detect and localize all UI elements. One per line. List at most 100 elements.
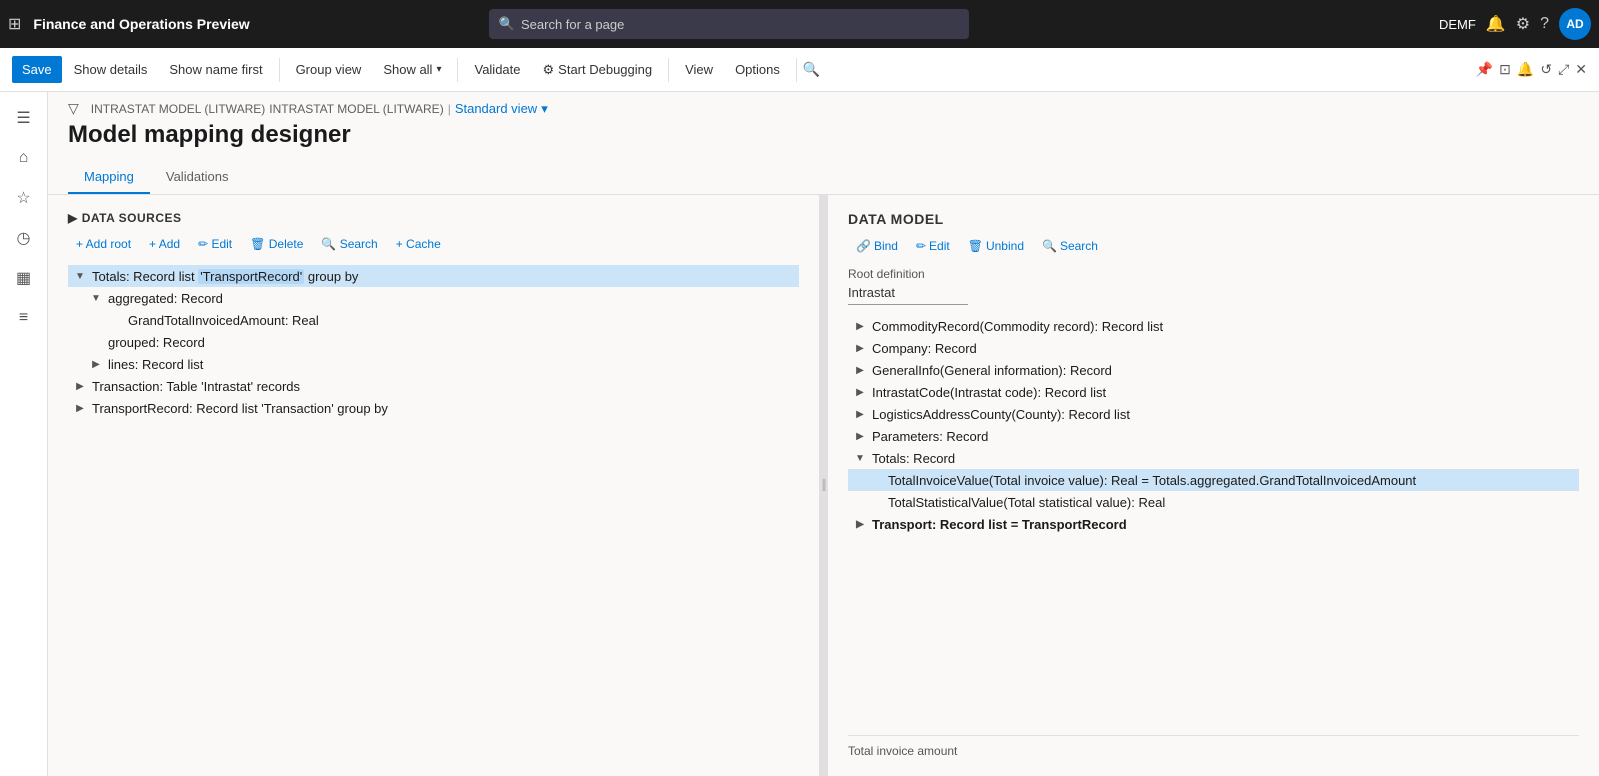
data-sources-panel: ▶ DATA SOURCES + Add root + Add ✏ Edit 🗑… <box>48 195 820 776</box>
help-icon[interactable]: ? <box>1540 15 1549 33</box>
sidebar-modules-icon[interactable]: ≡ <box>6 300 42 336</box>
expand-collapse-icon[interactable]: ▶ <box>68 211 78 225</box>
avatar[interactable]: AD <box>1559 8 1591 40</box>
unbind-button[interactable]: 🗑 Unbind <box>960 235 1032 257</box>
dm-tree-company[interactable]: ▶ Company: Record <box>848 337 1579 359</box>
sidebar-home-icon[interactable]: ⌂ <box>6 140 42 176</box>
toggle-transport-record[interactable]: ▶ <box>72 400 88 416</box>
sidebar-menu-icon[interactable]: ☰ <box>6 100 42 136</box>
toggle-aggregated[interactable]: ▼ <box>88 290 104 306</box>
toggle-commodity[interactable]: ▶ <box>852 318 868 334</box>
pin-icon[interactable]: 📌 <box>1476 61 1493 78</box>
validate-button[interactable]: Validate <box>464 56 530 83</box>
chevron-down-icon: ▾ <box>541 101 548 117</box>
dm-tree-transport[interactable]: ▶ Transport: Record list = TransportReco… <box>848 513 1579 535</box>
start-debugging-button[interactable]: ⚙ Start Debugging <box>533 56 663 84</box>
tree-item-grouped[interactable]: grouped: Record <box>68 331 799 353</box>
group-view-button[interactable]: Group view <box>286 56 372 83</box>
toggle-transaction[interactable]: ▶ <box>72 378 88 394</box>
bottom-label: Total invoice amount <box>848 735 1579 758</box>
designer-area: ▶ DATA SOURCES + Add root + Add ✏ Edit 🗑… <box>48 195 1599 776</box>
toggle-parameters[interactable]: ▶ <box>852 428 868 444</box>
tree-item-grandtotal[interactable]: GrandTotalInvoicedAmount: Real <box>68 309 799 331</box>
tabs: Mapping Validations <box>48 161 1599 195</box>
dm-tree-total-invoice-value[interactable]: TotalInvoiceValue(Total invoice value): … <box>848 469 1579 491</box>
panel-icon[interactable]: ⊡ <box>1499 61 1511 78</box>
view-button[interactable]: View <box>675 56 723 83</box>
page-title: Model mapping designer <box>48 117 1599 161</box>
settings-icon[interactable]: ⚙ <box>1516 14 1530 34</box>
tree-item-transaction[interactable]: ▶ Transaction: Table 'Intrastat' records <box>68 375 799 397</box>
refresh-icon[interactable]: ↺ <box>1540 61 1552 78</box>
toggle-transport[interactable]: ▶ <box>852 516 868 532</box>
divider-4 <box>796 58 797 82</box>
toggle-totalinvoice <box>868 472 884 488</box>
dm-tree-total-statistical[interactable]: TotalStatisticalValue(Total statistical … <box>848 491 1579 513</box>
options-button[interactable]: Options <box>725 56 790 83</box>
edit-icon: ✏ <box>916 239 926 253</box>
dm-edit-button[interactable]: ✏ Edit <box>908 235 958 257</box>
close-icon[interactable]: ✕ <box>1575 61 1587 78</box>
sidebar-favorites-icon[interactable]: ☆ <box>6 180 42 216</box>
search-placeholder: Search for a page <box>521 17 624 32</box>
add-root-button[interactable]: + Add root <box>68 233 139 255</box>
data-model-header: DATA MODEL <box>848 211 1579 227</box>
search-action-icon[interactable]: 🔍 <box>803 61 820 78</box>
data-model-tree: ▶ CommodityRecord(Commodity record): Rec… <box>848 315 1579 535</box>
toggle-totals[interactable]: ▼ <box>72 268 88 284</box>
dm-tree-commodity[interactable]: ▶ CommodityRecord(Commodity record): Rec… <box>848 315 1579 337</box>
cache-button[interactable]: + Cache <box>388 233 449 255</box>
tree-item-transport-record[interactable]: ▶ TransportRecord: Record list 'Transact… <box>68 397 799 419</box>
tab-mapping[interactable]: Mapping <box>68 161 150 194</box>
panel-resizer[interactable]: ║ <box>820 195 828 776</box>
notification-icon[interactable]: 🔔 <box>1517 61 1534 78</box>
grid-icon[interactable]: ⊞ <box>8 14 21 34</box>
global-search-bar[interactable]: 🔍 Search for a page <box>489 9 969 39</box>
dm-tree-totals-record[interactable]: ▼ Totals: Record <box>848 447 1579 469</box>
root-definition-label: Root definition <box>848 267 1579 281</box>
sidebar-recent-icon[interactable]: ◷ <box>6 220 42 256</box>
bell-icon[interactable]: 🔔 <box>1486 14 1506 34</box>
toggle-grouped <box>88 334 104 350</box>
show-all-button[interactable]: Show all ▾ <box>373 56 451 83</box>
standard-view-dropdown[interactable]: Standard view ▾ <box>455 101 548 117</box>
action-bar: Save Show details Show name first Group … <box>0 48 1599 92</box>
app-title: Finance and Operations Preview <box>33 16 249 32</box>
bottom-area: Total invoice amount <box>848 535 1579 758</box>
toggle-totals-record[interactable]: ▼ <box>852 450 868 466</box>
show-name-first-button[interactable]: Show name first <box>159 56 272 83</box>
search-icon: 🔍 <box>499 16 515 32</box>
toggle-company[interactable]: ▶ <box>852 340 868 356</box>
top-nav-right: DEMF 🔔 ⚙ ? AD <box>1439 8 1591 40</box>
expand-icon[interactable]: ⤢ <box>1558 61 1569 78</box>
toggle-grandtotal <box>108 312 124 328</box>
bind-button[interactable]: 🔗 Bind <box>848 235 906 257</box>
search-ds-button[interactable]: 🔍 Search <box>313 233 385 255</box>
show-details-button[interactable]: Show details <box>64 56 158 83</box>
dm-tree-parameters[interactable]: ▶ Parameters: Record <box>848 425 1579 447</box>
add-button[interactable]: + Add <box>141 233 188 255</box>
tab-validations[interactable]: Validations <box>150 161 245 194</box>
save-button[interactable]: Save <box>12 56 62 83</box>
sidebar-workspaces-icon[interactable]: ▦ <box>6 260 42 296</box>
delete-button[interactable]: 🗑 Delete <box>242 233 311 255</box>
breadcrumb-part2: INTRASTAT MODEL (LITWARE) <box>269 102 443 116</box>
toggle-totalstatistical <box>868 494 884 510</box>
link-icon: 🔗 <box>856 239 871 253</box>
tree-item-totals[interactable]: ▼ Totals: Record list 'TransportRecord' … <box>68 265 799 287</box>
toggle-lines[interactable]: ▶ <box>88 356 104 372</box>
toggle-generalinfo[interactable]: ▶ <box>852 362 868 378</box>
tree-item-lines[interactable]: ▶ lines: Record list <box>68 353 799 375</box>
data-sources-toolbar: + Add root + Add ✏ Edit 🗑 Delete 🔍 Searc… <box>68 233 799 255</box>
breadcrumb: ▽ INTRASTAT MODEL (LITWARE) INTRASTAT MO… <box>48 92 1599 117</box>
toggle-intrastatcode[interactable]: ▶ <box>852 384 868 400</box>
dm-tree-intrastatcode[interactable]: ▶ IntrastatCode(Intrastat code): Record … <box>848 381 1579 403</box>
dm-tree-generalinfo[interactable]: ▶ GeneralInfo(General information): Reco… <box>848 359 1579 381</box>
dm-search-button[interactable]: 🔍 Search <box>1034 235 1106 257</box>
filter-icon[interactable]: ▽ <box>68 100 79 117</box>
search-icon: 🔍 <box>1042 239 1057 253</box>
toggle-logistics[interactable]: ▶ <box>852 406 868 422</box>
edit-button[interactable]: ✏ Edit <box>190 233 240 255</box>
dm-tree-logistics[interactable]: ▶ LogisticsAddressCounty(County): Record… <box>848 403 1579 425</box>
tree-item-aggregated[interactable]: ▼ aggregated: Record <box>68 287 799 309</box>
